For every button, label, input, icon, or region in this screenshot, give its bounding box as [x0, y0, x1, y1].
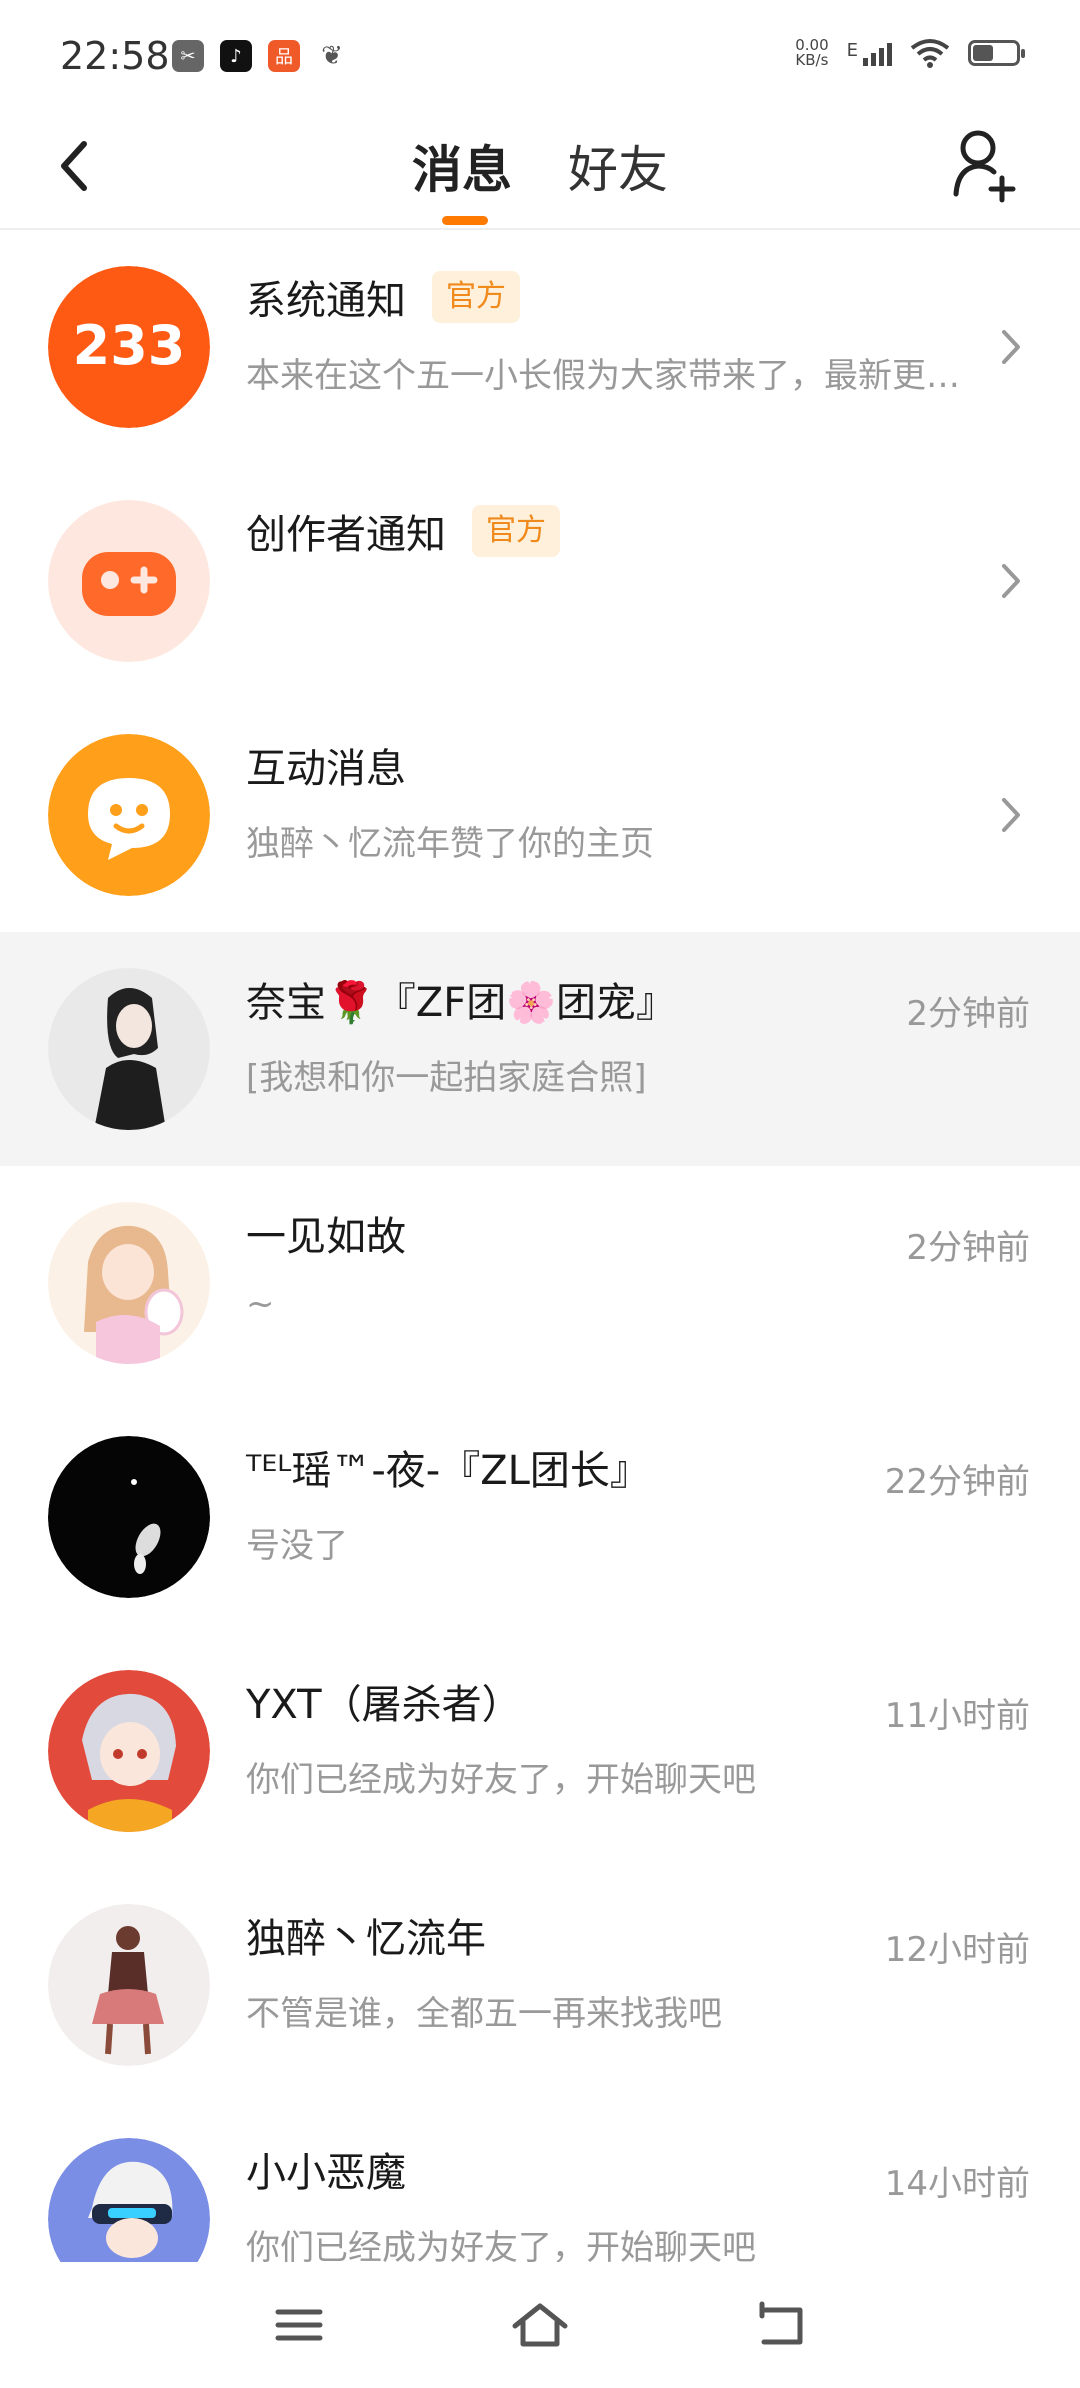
system-nav-bar — [0, 2262, 1080, 2388]
conversation-title: 创作者通知 — [246, 512, 446, 558]
conversation-title: ᵀᴱᴸ瑶™-夜-『ZL团长』 — [246, 1448, 650, 1494]
menu-icon[interactable] — [264, 2292, 334, 2358]
conversation-time: 11小时前 — [884, 1696, 1030, 1736]
list-item-conversation[interactable]: 小小恶魔 你们已经成为好友了，开始聊天吧 14小时前 — [0, 2102, 1080, 2262]
leaf-app-icon: ❦ — [316, 40, 348, 72]
chevron-right-icon — [1002, 330, 1020, 364]
conversation-title: 一见如故 — [246, 1214, 406, 1260]
title-line: 小小恶魔 — [246, 2140, 406, 2198]
user-avatar-image — [48, 1904, 210, 2066]
tab-friends[interactable]: 好友 — [568, 130, 668, 202]
avatar — [48, 1670, 210, 1832]
gamepad-logo-icon — [48, 500, 210, 662]
conversation-preview: 本来在这个五一小长假为大家带来了，最新更新… — [246, 356, 966, 396]
add-friend-icon[interactable] — [950, 124, 1020, 204]
back-nav-icon[interactable] — [746, 2292, 816, 2358]
list-item-system-notice[interactable]: 233 系统通知 官方 本来在这个五一小长假为大家带来了，最新更新… — [0, 230, 1080, 464]
conversation-preview: ~ — [246, 1284, 275, 1324]
conversation-time: 22分钟前 — [884, 1462, 1030, 1502]
top-header: 消息 好友 — [0, 110, 1080, 230]
list-item-creator-notice[interactable]: 创作者通知 官方 — [0, 464, 1080, 698]
avatar — [48, 1202, 210, 1364]
conversation-preview: 你们已经成为好友了，开始聊天吧 — [246, 1760, 756, 1800]
conversation-title: 小小恶魔 — [246, 2150, 406, 2196]
shopping-app-icon: 品 — [268, 40, 300, 72]
conversation-time: 14小时前 — [884, 2164, 1030, 2204]
avatar — [48, 1436, 210, 1598]
user-avatar-image — [48, 1436, 210, 1598]
list-item-conversation[interactable]: 奈宝🌹『ZF团🌸团宠』 [我想和你一起拍家庭合照] 2分钟前 — [0, 932, 1080, 1166]
list-item-conversation[interactable]: 一见如故 ~ 2分钟前 — [0, 1166, 1080, 1400]
wifi-icon — [910, 39, 950, 68]
user-avatar-image — [48, 1202, 210, 1364]
signal-icon: E — [847, 40, 892, 66]
home-icon[interactable] — [505, 2292, 575, 2358]
list-item-conversation[interactable]: ᵀᴱᴸ瑶™-夜-『ZL团长』 号没了 22分钟前 — [0, 1400, 1080, 1634]
chevron-right-icon — [1002, 798, 1020, 832]
conversation-preview: 号没了 — [246, 1526, 348, 1566]
conversation-time: 2分钟前 — [906, 994, 1030, 1034]
status-bar: 22:58 ✂ ♪ 品 ❦ 0.00 KB/s E — [0, 0, 1080, 110]
chat-bubble-logo-icon — [48, 734, 210, 896]
status-right: 0.00 KB/s E — [795, 38, 1025, 68]
status-time: 22:58 — [60, 34, 170, 78]
tiktok-app-icon: ♪ — [220, 40, 252, 72]
tab-active-indicator — [442, 216, 488, 225]
battery-level — [973, 45, 993, 61]
official-badge: 官方 — [432, 271, 520, 323]
list-item-interactions[interactable]: 互动消息 独醉丶忆流年赞了你的主页 — [0, 698, 1080, 932]
title-line: ᵀᴱᴸ瑶™-夜-『ZL团长』 — [246, 1438, 650, 1496]
list-item-conversation[interactable]: YXT（屠杀者） 你们已经成为好友了，开始聊天吧 11小时前 — [0, 1634, 1080, 1868]
avatar-system: 233 — [48, 266, 210, 428]
233-logo-icon: 233 — [48, 266, 210, 428]
svg-text:233: 233 — [73, 314, 186, 377]
back-arrow-icon[interactable] — [48, 130, 108, 202]
list-item-conversation[interactable]: 独醉丶忆流年 不管是谁，全都五一再来找我吧 12小时前 — [0, 1868, 1080, 2102]
avatar — [48, 2138, 210, 2262]
tab-messages[interactable]: 消息 — [412, 130, 512, 202]
title-line: YXT（屠杀者） — [246, 1672, 522, 1730]
notification-icons: ✂ ♪ 品 ❦ — [172, 40, 348, 72]
conversation-preview: 你们已经成为好友了，开始聊天吧 — [246, 2228, 756, 2262]
official-badge: 官方 — [472, 505, 560, 557]
avatar-creator — [48, 500, 210, 662]
network-type: E — [846, 40, 858, 61]
conversation-preview: 独醉丶忆流年赞了你的主页 — [246, 824, 654, 864]
title-line: 互动消息 — [246, 736, 406, 794]
conversation-title: 奈宝🌹『ZF团🌸团宠』 — [246, 980, 677, 1026]
conversation-preview: 不管是谁，全都五一再来找我吧 — [246, 1994, 722, 2034]
user-avatar-image — [48, 2138, 210, 2262]
network-speed-unit: KB/s — [795, 51, 829, 69]
conversation-title: YXT（屠杀者） — [246, 1682, 522, 1728]
conversation-preview: [我想和你一起拍家庭合照] — [246, 1058, 647, 1098]
title-line: 系统通知 官方 — [246, 268, 520, 326]
user-avatar-image — [48, 1670, 210, 1832]
user-avatar-image — [48, 968, 210, 1130]
conversation-title: 系统通知 — [246, 278, 406, 324]
battery-icon — [968, 40, 1025, 66]
avatar — [48, 1904, 210, 2066]
title-line: 创作者通知 官方 — [246, 502, 560, 560]
title-line: 一见如故 — [246, 1204, 406, 1262]
conversation-title: 独醉丶忆流年 — [246, 1916, 486, 1962]
conversation-time: 12小时前 — [884, 1930, 1030, 1970]
title-line: 奈宝🌹『ZF团🌸团宠』 — [246, 970, 676, 1028]
scissors-app-icon: ✂ — [172, 40, 204, 72]
conversation-time: 2分钟前 — [906, 1228, 1030, 1268]
chevron-right-icon — [1002, 564, 1020, 598]
network-speed: 0.00 KB/s — [795, 38, 828, 68]
avatar-interactions — [48, 734, 210, 896]
conversation-title: 互动消息 — [246, 746, 406, 792]
title-line: 独醉丶忆流年 — [246, 1906, 486, 1964]
avatar — [48, 968, 210, 1130]
